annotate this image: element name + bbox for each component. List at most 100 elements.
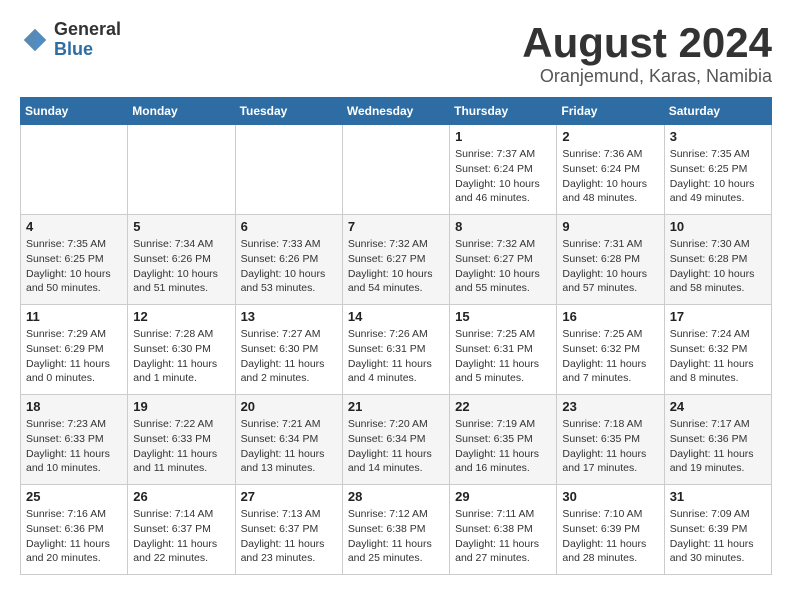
day-number: 1 [455, 129, 551, 144]
calendar-cell: 27 Sunrise: 7:13 AM Sunset: 6:37 PM Dayli… [235, 485, 342, 575]
day-info: Sunrise: 7:13 AM Sunset: 6:37 PM Dayligh… [241, 507, 337, 566]
calendar-cell: 5 Sunrise: 7:34 AM Sunset: 6:26 PM Daylig… [128, 215, 235, 305]
day-number: 26 [133, 489, 229, 504]
day-number: 15 [455, 309, 551, 324]
logo: General Blue [20, 20, 121, 60]
day-number: 4 [26, 219, 122, 234]
day-info: Sunrise: 7:37 AM Sunset: 6:24 PM Dayligh… [455, 147, 551, 206]
day-info: Sunrise: 7:32 AM Sunset: 6:27 PM Dayligh… [455, 237, 551, 296]
calendar-cell: 16Sunrise: 7:25 AM Sunset: 6:32 PM Dayli… [557, 305, 664, 395]
calendar-cell: 24Sunrise: 7:17 AM Sunset: 6:36 PM Dayli… [664, 395, 771, 485]
calendar-cell: 3 Sunrise: 7:35 AM Sunset: 6:25 PM Daylig… [664, 125, 771, 215]
calendar-table: SundayMondayTuesdayWednesdayThursdayFrid… [20, 97, 772, 575]
calendar-cell: 8 Sunrise: 7:32 AM Sunset: 6:27 PM Daylig… [450, 215, 557, 305]
weekday-header: Saturday [664, 98, 771, 125]
header-area: General Blue August 2024 Oranjemund, Kar… [20, 20, 772, 87]
day-info: Sunrise: 7:14 AM Sunset: 6:37 PM Dayligh… [133, 507, 229, 566]
weekday-header: Sunday [21, 98, 128, 125]
weekday-header: Friday [557, 98, 664, 125]
day-info: Sunrise: 7:12 AM Sunset: 6:38 PM Dayligh… [348, 507, 444, 566]
calendar-title: August 2024 [522, 20, 772, 66]
day-number: 13 [241, 309, 337, 324]
calendar-cell: 14 Sunrise: 7:26 AM Sunset: 6:31 PM Dayli… [342, 305, 449, 395]
weekday-header-row: SundayMondayTuesdayWednesdayThursdayFrid… [21, 98, 772, 125]
day-number: 7 [348, 219, 444, 234]
calendar-cell [21, 125, 128, 215]
calendar-cell: 9 Sunrise: 7:31 AM Sunset: 6:28 PM Daylig… [557, 215, 664, 305]
calendar-cell: 15 Sunrise: 7:25 AM Sunset: 6:31 PM Dayli… [450, 305, 557, 395]
calendar-cell: 4 Sunrise: 7:35 AM Sunset: 6:25 PM Daylig… [21, 215, 128, 305]
calendar-cell: 7 Sunrise: 7:32 AM Sunset: 6:27 PM Daylig… [342, 215, 449, 305]
calendar-cell: 13 Sunrise: 7:27 AM Sunset: 6:30 PM Dayli… [235, 305, 342, 395]
day-info: Sunrise: 7:20 AM Sunset: 6:34 PM Dayligh… [348, 417, 444, 476]
day-info: Sunrise: 7:10 AM Sunset: 6:39 PM Dayligh… [562, 507, 658, 566]
day-number: 24 [670, 399, 766, 414]
day-info: Sunrise: 7:18 AM Sunset: 6:35 PM Dayligh… [562, 417, 658, 476]
day-number: 22 [455, 399, 551, 414]
calendar-cell: 17Sunrise: 7:24 AM Sunset: 6:32 PM Dayli… [664, 305, 771, 395]
day-number: 30 [562, 489, 658, 504]
day-info: Sunrise: 7:09 AM Sunset: 6:39 PM Dayligh… [670, 507, 766, 566]
day-info: Sunrise: 7:26 AM Sunset: 6:31 PM Dayligh… [348, 327, 444, 386]
calendar-cell: 19 Sunrise: 7:22 AM Sunset: 6:33 PM Dayli… [128, 395, 235, 485]
day-info: Sunrise: 7:24 AM Sunset: 6:32 PM Dayligh… [670, 327, 766, 386]
day-number: 23 [562, 399, 658, 414]
day-info: Sunrise: 7:25 AM Sunset: 6:31 PM Dayligh… [455, 327, 551, 386]
day-info: Sunrise: 7:36 AM Sunset: 6:24 PM Dayligh… [562, 147, 658, 206]
day-info: Sunrise: 7:31 AM Sunset: 6:28 PM Dayligh… [562, 237, 658, 296]
weekday-header: Thursday [450, 98, 557, 125]
day-info: Sunrise: 7:11 AM Sunset: 6:38 PM Dayligh… [455, 507, 551, 566]
day-number: 25 [26, 489, 122, 504]
logo-blue: Blue [54, 40, 121, 60]
calendar-cell: 6 Sunrise: 7:33 AM Sunset: 6:26 PM Daylig… [235, 215, 342, 305]
day-number: 29 [455, 489, 551, 504]
calendar-cell: 18 Sunrise: 7:23 AM Sunset: 6:33 PM Dayli… [21, 395, 128, 485]
calendar-cell [128, 125, 235, 215]
day-info: Sunrise: 7:25 AM Sunset: 6:32 PM Dayligh… [562, 327, 658, 386]
calendar-subtitle: Oranjemund, Karas, Namibia [522, 66, 772, 87]
day-number: 28 [348, 489, 444, 504]
logo-general: General [54, 20, 121, 40]
weekday-header: Wednesday [342, 98, 449, 125]
day-number: 8 [455, 219, 551, 234]
calendar-cell: 1 Sunrise: 7:37 AM Sunset: 6:24 PM Daylig… [450, 125, 557, 215]
day-info: Sunrise: 7:33 AM Sunset: 6:26 PM Dayligh… [241, 237, 337, 296]
weekday-header: Tuesday [235, 98, 342, 125]
day-number: 18 [26, 399, 122, 414]
day-info: Sunrise: 7:34 AM Sunset: 6:26 PM Dayligh… [133, 237, 229, 296]
day-info: Sunrise: 7:23 AM Sunset: 6:33 PM Dayligh… [26, 417, 122, 476]
day-number: 3 [670, 129, 766, 144]
calendar-cell: 31Sunrise: 7:09 AM Sunset: 6:39 PM Dayli… [664, 485, 771, 575]
calendar-week-row: 1 Sunrise: 7:37 AM Sunset: 6:24 PM Daylig… [21, 125, 772, 215]
day-info: Sunrise: 7:35 AM Sunset: 6:25 PM Dayligh… [670, 147, 766, 206]
day-number: 6 [241, 219, 337, 234]
calendar-week-row: 4 Sunrise: 7:35 AM Sunset: 6:25 PM Daylig… [21, 215, 772, 305]
calendar-cell [342, 125, 449, 215]
day-info: Sunrise: 7:28 AM Sunset: 6:30 PM Dayligh… [133, 327, 229, 386]
day-number: 5 [133, 219, 229, 234]
calendar-cell: 12 Sunrise: 7:28 AM Sunset: 6:30 PM Dayli… [128, 305, 235, 395]
day-info: Sunrise: 7:27 AM Sunset: 6:30 PM Dayligh… [241, 327, 337, 386]
calendar-week-row: 18 Sunrise: 7:23 AM Sunset: 6:33 PM Dayli… [21, 395, 772, 485]
calendar-cell: 10Sunrise: 7:30 AM Sunset: 6:28 PM Dayli… [664, 215, 771, 305]
day-number: 12 [133, 309, 229, 324]
calendar-cell: 20 Sunrise: 7:21 AM Sunset: 6:34 PM Dayli… [235, 395, 342, 485]
day-number: 19 [133, 399, 229, 414]
day-number: 14 [348, 309, 444, 324]
day-number: 2 [562, 129, 658, 144]
title-area: August 2024 Oranjemund, Karas, Namibia [522, 20, 772, 87]
day-number: 27 [241, 489, 337, 504]
day-info: Sunrise: 7:22 AM Sunset: 6:33 PM Dayligh… [133, 417, 229, 476]
calendar-cell: 23 Sunrise: 7:18 AM Sunset: 6:35 PM Dayli… [557, 395, 664, 485]
day-info: Sunrise: 7:35 AM Sunset: 6:25 PM Dayligh… [26, 237, 122, 296]
day-info: Sunrise: 7:32 AM Sunset: 6:27 PM Dayligh… [348, 237, 444, 296]
day-number: 20 [241, 399, 337, 414]
calendar-cell: 25Sunrise: 7:16 AM Sunset: 6:36 PM Dayli… [21, 485, 128, 575]
calendar-cell: 29 Sunrise: 7:11 AM Sunset: 6:38 PM Dayli… [450, 485, 557, 575]
day-number: 9 [562, 219, 658, 234]
day-info: Sunrise: 7:21 AM Sunset: 6:34 PM Dayligh… [241, 417, 337, 476]
calendar-cell: 21Sunrise: 7:20 AM Sunset: 6:34 PM Dayli… [342, 395, 449, 485]
calendar-cell: 2 Sunrise: 7:36 AM Sunset: 6:24 PM Daylig… [557, 125, 664, 215]
calendar-week-row: 11Sunrise: 7:29 AM Sunset: 6:29 PM Dayli… [21, 305, 772, 395]
day-number: 11 [26, 309, 122, 324]
